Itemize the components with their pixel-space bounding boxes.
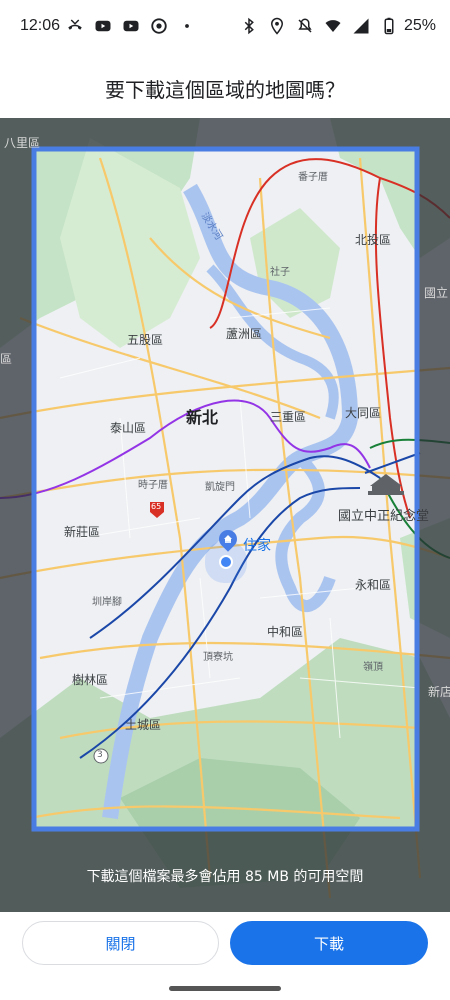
map-label-yonghe: 永和區	[355, 578, 392, 592]
map-label-guoli: 國立	[424, 286, 449, 300]
map-label-bali: 八里區	[4, 136, 41, 150]
download-button[interactable]: 下載	[230, 921, 428, 965]
map-label-kaixuanmen: 凱旋門	[205, 482, 235, 493]
map-label-luzhou: 蘆洲區	[226, 327, 263, 341]
battery-icon	[384, 17, 394, 35]
chrome-icon	[151, 18, 167, 34]
map-label-xindian: 新店	[428, 685, 450, 699]
status-bar: 12:06 25%	[0, 0, 450, 56]
mute-icon	[298, 18, 312, 33]
wifi-icon	[325, 20, 341, 32]
status-right-icons: 25%	[240, 17, 436, 35]
current-location-dot	[219, 555, 233, 569]
map-label-taishan: 泰山區	[110, 421, 147, 435]
gesture-nav-bar[interactable]	[169, 986, 281, 991]
map-label-shulin: 樹林區	[72, 673, 109, 687]
location-icon	[270, 17, 283, 35]
status-time: 12:06	[20, 17, 61, 34]
bluetooth-icon	[244, 17, 254, 35]
signal-icon	[353, 18, 369, 34]
map-label-kanjiao: 圳岸腳	[92, 597, 122, 608]
map-label-sanchong: 三重區	[270, 410, 307, 424]
map-label-home: 住家	[243, 538, 271, 554]
map-label-xinzhuang: 新莊區	[64, 525, 101, 539]
map-label-route3: 3	[97, 750, 103, 760]
missed-call-icon	[68, 19, 82, 30]
map-label-datong: 大同區	[345, 406, 382, 420]
map-label-shezi: 社子	[270, 267, 290, 278]
map-label-zhonghe: 中和區	[267, 625, 304, 639]
dialog-title: 要下載這個區域的地圖嗎？	[105, 78, 345, 102]
status-left-icons	[66, 17, 196, 35]
youtube-icon	[123, 20, 139, 32]
battery-percentage: 25%	[403, 17, 436, 34]
map-view[interactable]: 八里區 番子厝 北投區 社子 淡水河 國立 五股區 蘆洲區 區 新北 泰山區 三…	[0, 118, 450, 912]
map-label-dinliaokeng: 頂寮坑	[203, 652, 233, 663]
map-label-xi: 區	[0, 352, 13, 366]
map-label-wugu: 五股區	[127, 333, 164, 347]
download-size-info: 下載這個檔案最多會佔用 85 MB 的可用空間	[86, 869, 364, 885]
map-label-xinbei: 新北	[186, 408, 219, 427]
map-label-route65: 65	[151, 502, 162, 511]
dot-icon	[185, 24, 189, 28]
youtube-icon	[95, 20, 111, 32]
map-label-lingding: 嶺頂	[363, 662, 383, 673]
map-label-cks: 國立中正紀念堂	[338, 509, 430, 524]
map-label-fanzikeng: 番子厝	[298, 172, 328, 183]
map-label-tucheng: 土城區	[125, 718, 162, 732]
map-label-beitou: 北投區	[355, 233, 392, 247]
map-label-shizichi: 時子厝	[138, 480, 168, 491]
close-button[interactable]: 關閉	[22, 921, 219, 965]
home-icon	[224, 535, 232, 543]
